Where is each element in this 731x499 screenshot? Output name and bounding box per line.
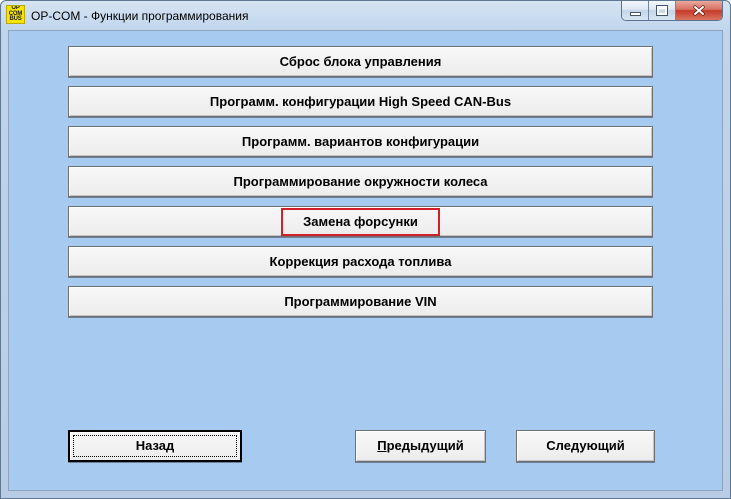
- injector-replacement-button[interactable]: Замена форсунки: [68, 206, 653, 237]
- maximize-button[interactable]: [649, 1, 676, 20]
- client-area: Сброс блока управления Программ. конфигу…: [8, 30, 723, 491]
- logo-line-bus: BUS: [9, 16, 22, 23]
- close-icon: [693, 5, 705, 16]
- program-high-speed-can-config-button[interactable]: Программ. конфигурации High Speed CAN-Bu…: [68, 86, 653, 117]
- program-config-variants-button[interactable]: Программ. вариантов конфигурации: [68, 126, 653, 157]
- button-label: Программирование окружности колеса: [233, 173, 488, 189]
- button-label: Программ. конфигурации High Speed CAN-Bu…: [209, 93, 512, 109]
- minimize-button[interactable]: [622, 1, 649, 20]
- program-vin-button[interactable]: Программирование VIN: [68, 286, 653, 317]
- back-button-label: Назад: [135, 438, 175, 453]
- button-label: Программирование VIN: [284, 293, 437, 309]
- next-button[interactable]: Следующий: [516, 430, 655, 462]
- close-button[interactable]: [676, 1, 722, 20]
- back-button[interactable]: Назад: [68, 430, 242, 462]
- button-label: Программ. вариантов конфигурации: [241, 133, 480, 149]
- title-bar[interactable]: OP COM BUS OP-COM - Функции программиров…: [1, 1, 730, 30]
- window-title: OP-COM - Функции программирования: [31, 9, 249, 23]
- program-wheel-circumference-button[interactable]: Программирование окружности колеса: [68, 166, 653, 197]
- button-label: Сброс блока управления: [279, 53, 442, 69]
- previous-button[interactable]: Предыдущий: [355, 430, 486, 462]
- minimize-icon: [630, 12, 641, 16]
- app-window: OP COM BUS OP-COM - Функции программиров…: [0, 0, 731, 499]
- window-controls: [621, 1, 723, 21]
- next-button-label: Следующий: [546, 438, 625, 453]
- reset-control-unit-button[interactable]: Сброс блока управления: [68, 46, 653, 77]
- previous-button-label: Предыдущий: [377, 438, 464, 453]
- button-label: Коррекция расхода топлива: [269, 253, 452, 269]
- maximize-icon: [656, 5, 668, 16]
- op-com-logo-icon: OP COM BUS: [6, 5, 25, 24]
- fuel-consumption-correction-button[interactable]: Коррекция расхода топлива: [68, 246, 653, 277]
- injector-replacement-label: Замена форсунки: [281, 207, 440, 236]
